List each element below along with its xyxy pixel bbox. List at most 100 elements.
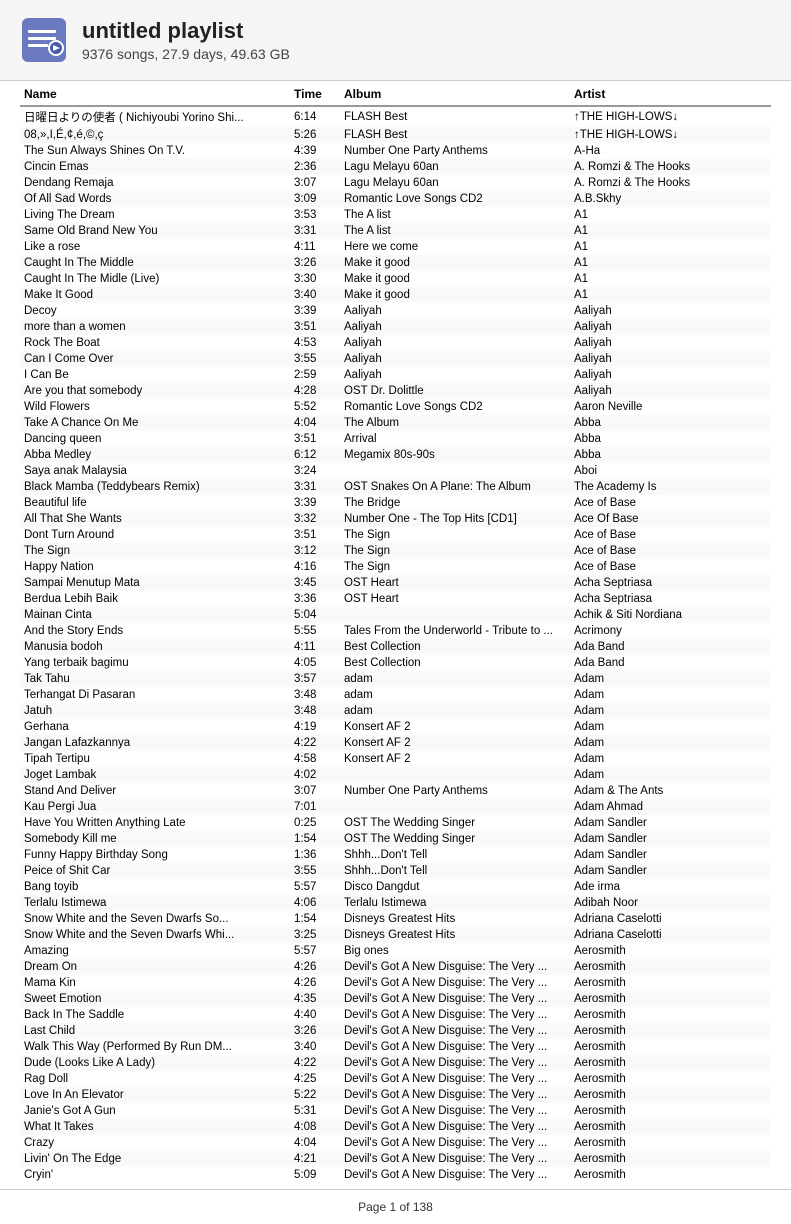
table-row[interactable]: Bang toyib5:57Disco DangdutAde irma [20, 879, 771, 895]
table-row[interactable]: more than a women3:51AaliyahAaliyah [20, 319, 771, 335]
table-row[interactable]: Dancing queen3:51ArrivalAbba [20, 431, 771, 447]
table-row[interactable]: Make It Good3:40Make it goodA1 [20, 287, 771, 303]
table-row[interactable]: Kau Pergi Jua7:01Adam Ahmad [20, 799, 771, 815]
song-album: OST The Wedding Singer [340, 815, 570, 831]
table-row[interactable]: Of All Sad Words3:09Romantic Love Songs … [20, 191, 771, 207]
table-row[interactable]: Are you that somebody4:28OST Dr. Dolittl… [20, 383, 771, 399]
table-row[interactable]: Joget Lambak4:02Adam [20, 767, 771, 783]
table-row[interactable]: Livin' On The Edge4:21Devil's Got A New … [20, 1151, 771, 1167]
table-row[interactable]: 08,»,I,É,¢,é,©,ç5:26FLASH Best↑THE HIGH-… [20, 127, 771, 143]
table-row[interactable]: Mama Kin4:26Devil's Got A New Disguise: … [20, 975, 771, 991]
song-album: The Sign [340, 527, 570, 543]
table-row[interactable]: Berdua Lebih Baik3:36OST HeartAcha Septr… [20, 591, 771, 607]
song-name: Somebody Kill me [20, 831, 290, 847]
table-row[interactable]: Crazy4:04Devil's Got A New Disguise: The… [20, 1135, 771, 1151]
table-row[interactable]: Tipah Tertipu4:58Konsert AF 2Adam [20, 751, 771, 767]
song-album: adam [340, 703, 570, 719]
table-row[interactable]: Abba Medley6:12Megamix 80s-90sAbba [20, 447, 771, 463]
col-header-time[interactable]: Time [290, 81, 340, 106]
table-row[interactable]: All That She Wants3:32Number One - The T… [20, 511, 771, 527]
table-row[interactable]: Cincin Emas2:36Lagu Melayu 60anA. Romzi … [20, 159, 771, 175]
song-name: Black Mamba (Teddybears Remix) [20, 479, 290, 495]
song-name: Dont Turn Around [20, 527, 290, 543]
col-header-name[interactable]: Name [20, 81, 290, 106]
table-row[interactable]: Rock The Boat4:53AaliyahAaliyah [20, 335, 771, 351]
song-time: 4:35 [290, 991, 340, 1007]
col-header-artist[interactable]: Artist [570, 81, 771, 106]
table-row[interactable]: Somebody Kill me1:54OST The Wedding Sing… [20, 831, 771, 847]
col-header-album[interactable]: Album [340, 81, 570, 106]
table-row[interactable]: Beautiful life3:39The BridgeAce of Base [20, 495, 771, 511]
song-album: Devil's Got A New Disguise: The Very ... [340, 1071, 570, 1087]
song-time: 4:39 [290, 143, 340, 159]
table-row[interactable]: 日曜日よりの使者 ( Nichiyoubi Yorino Shi...6:14F… [20, 106, 771, 127]
table-row[interactable]: Janie's Got A Gun5:31Devil's Got A New D… [20, 1103, 771, 1119]
table-row[interactable]: Caught In The Midle (Live)3:30Make it go… [20, 271, 771, 287]
table-row[interactable]: Dendang Remaja3:07Lagu Melayu 60anA. Rom… [20, 175, 771, 191]
table-row[interactable]: Dude (Looks Like A Lady)4:22Devil's Got … [20, 1055, 771, 1071]
table-row[interactable]: The Sun Always Shines On T.V.4:39Number … [20, 143, 771, 159]
song-name: I Can Be [20, 367, 290, 383]
table-row[interactable]: Terhangat Di Pasaran3:48adamAdam [20, 687, 771, 703]
table-row[interactable]: Happy Nation4:16The SignAce of Base [20, 559, 771, 575]
song-time: 4:53 [290, 335, 340, 351]
table-row[interactable]: Jangan Lafazkannya4:22Konsert AF 2Adam [20, 735, 771, 751]
song-album: Aaliyah [340, 335, 570, 351]
table-row[interactable]: Like a rose4:11Here we comeA1 [20, 239, 771, 255]
table-row[interactable]: Dont Turn Around3:51The SignAce of Base [20, 527, 771, 543]
song-name: Janie's Got A Gun [20, 1103, 290, 1119]
playlist-subtitle: 9376 songs, 27.9 days, 49.63 GB [82, 46, 290, 62]
song-album: Disneys Greatest Hits [340, 911, 570, 927]
table-row[interactable]: Same Old Brand New You3:31The A listA1 [20, 223, 771, 239]
song-artist: A-Ha [570, 143, 771, 159]
song-album: Disco Dangdut [340, 879, 570, 895]
table-row[interactable]: Yang terbaik bagimu4:05Best CollectionAd… [20, 655, 771, 671]
table-row[interactable]: What It Takes4:08Devil's Got A New Disgu… [20, 1119, 771, 1135]
table-row[interactable]: Back In The Saddle4:40Devil's Got A New … [20, 1007, 771, 1023]
table-row[interactable]: Rag Doll4:25Devil's Got A New Disguise: … [20, 1071, 771, 1087]
song-album: Romantic Love Songs CD2 [340, 191, 570, 207]
table-row[interactable]: The Sign3:12The SignAce of Base [20, 543, 771, 559]
table-row[interactable]: Sweet Emotion4:35Devil's Got A New Disgu… [20, 991, 771, 1007]
table-row[interactable]: Black Mamba (Teddybears Remix)3:31OST Sn… [20, 479, 771, 495]
table-row[interactable]: I Can Be2:59AaliyahAaliyah [20, 367, 771, 383]
table-row[interactable]: Stand And Deliver3:07Number One Party An… [20, 783, 771, 799]
table-row[interactable]: Wild Flowers5:52Romantic Love Songs CD2A… [20, 399, 771, 415]
table-row[interactable]: Can I Come Over3:55AaliyahAaliyah [20, 351, 771, 367]
table-row[interactable]: Decoy3:39AaliyahAaliyah [20, 303, 771, 319]
song-artist: Ace of Base [570, 527, 771, 543]
table-row[interactable]: And the Story Ends5:55Tales From the Und… [20, 623, 771, 639]
table-row[interactable]: Living The Dream3:53The A listA1 [20, 207, 771, 223]
song-artist: Aerosmith [570, 1103, 771, 1119]
table-row[interactable]: Amazing5:57Big onesAerosmith [20, 943, 771, 959]
song-time: 3:48 [290, 703, 340, 719]
table-row[interactable]: Snow White and the Seven Dwarfs So...1:5… [20, 911, 771, 927]
table-row[interactable]: Jatuh3:48adamAdam [20, 703, 771, 719]
table-row[interactable]: Last Child3:26Devil's Got A New Disguise… [20, 1023, 771, 1039]
song-album: Disneys Greatest Hits [340, 927, 570, 943]
song-time: 7:01 [290, 799, 340, 815]
table-row[interactable]: Peice of Shit Car3:55Shhh...Don't TellAd… [20, 863, 771, 879]
table-row[interactable]: Mainan Cinta5:04Achik & Siti Nordiana [20, 607, 771, 623]
table-row[interactable]: Funny Happy Birthday Song1:36Shhh...Don'… [20, 847, 771, 863]
table-row[interactable]: Sampai Menutup Mata3:45OST HeartAcha Sep… [20, 575, 771, 591]
table-row[interactable]: Snow White and the Seven Dwarfs Whi...3:… [20, 927, 771, 943]
table-row[interactable]: Caught In The Middle3:26Make it goodA1 [20, 255, 771, 271]
table-row[interactable]: Tak Tahu3:57adamAdam [20, 671, 771, 687]
table-row[interactable]: Love In An Elevator5:22Devil's Got A New… [20, 1087, 771, 1103]
table-row[interactable]: Walk This Way (Performed By Run DM...3:4… [20, 1039, 771, 1055]
table-row[interactable]: Take A Chance On Me4:04The AlbumAbba [20, 415, 771, 431]
table-row[interactable]: Have You Written Anything Late0:25OST Th… [20, 815, 771, 831]
table-row[interactable]: Cryin'5:09Devil's Got A New Disguise: Th… [20, 1167, 771, 1183]
pagination-footer: Page 1 of 138 [0, 1189, 791, 1224]
song-artist: Ada Band [570, 639, 771, 655]
song-album: Arrival [340, 431, 570, 447]
song-name: Sweet Emotion [20, 991, 290, 1007]
table-row[interactable]: Dream On4:26Devil's Got A New Disguise: … [20, 959, 771, 975]
table-row[interactable]: Manusia bodoh4:11Best CollectionAda Band [20, 639, 771, 655]
table-row[interactable]: Gerhana4:19Konsert AF 2Adam [20, 719, 771, 735]
song-time: 5:55 [290, 623, 340, 639]
song-artist: Aaliyah [570, 335, 771, 351]
table-row[interactable]: Terlalu Istimewa4:06Terlalu IstimewaAdib… [20, 895, 771, 911]
table-row[interactable]: Saya anak Malaysia3:24Aboi [20, 463, 771, 479]
